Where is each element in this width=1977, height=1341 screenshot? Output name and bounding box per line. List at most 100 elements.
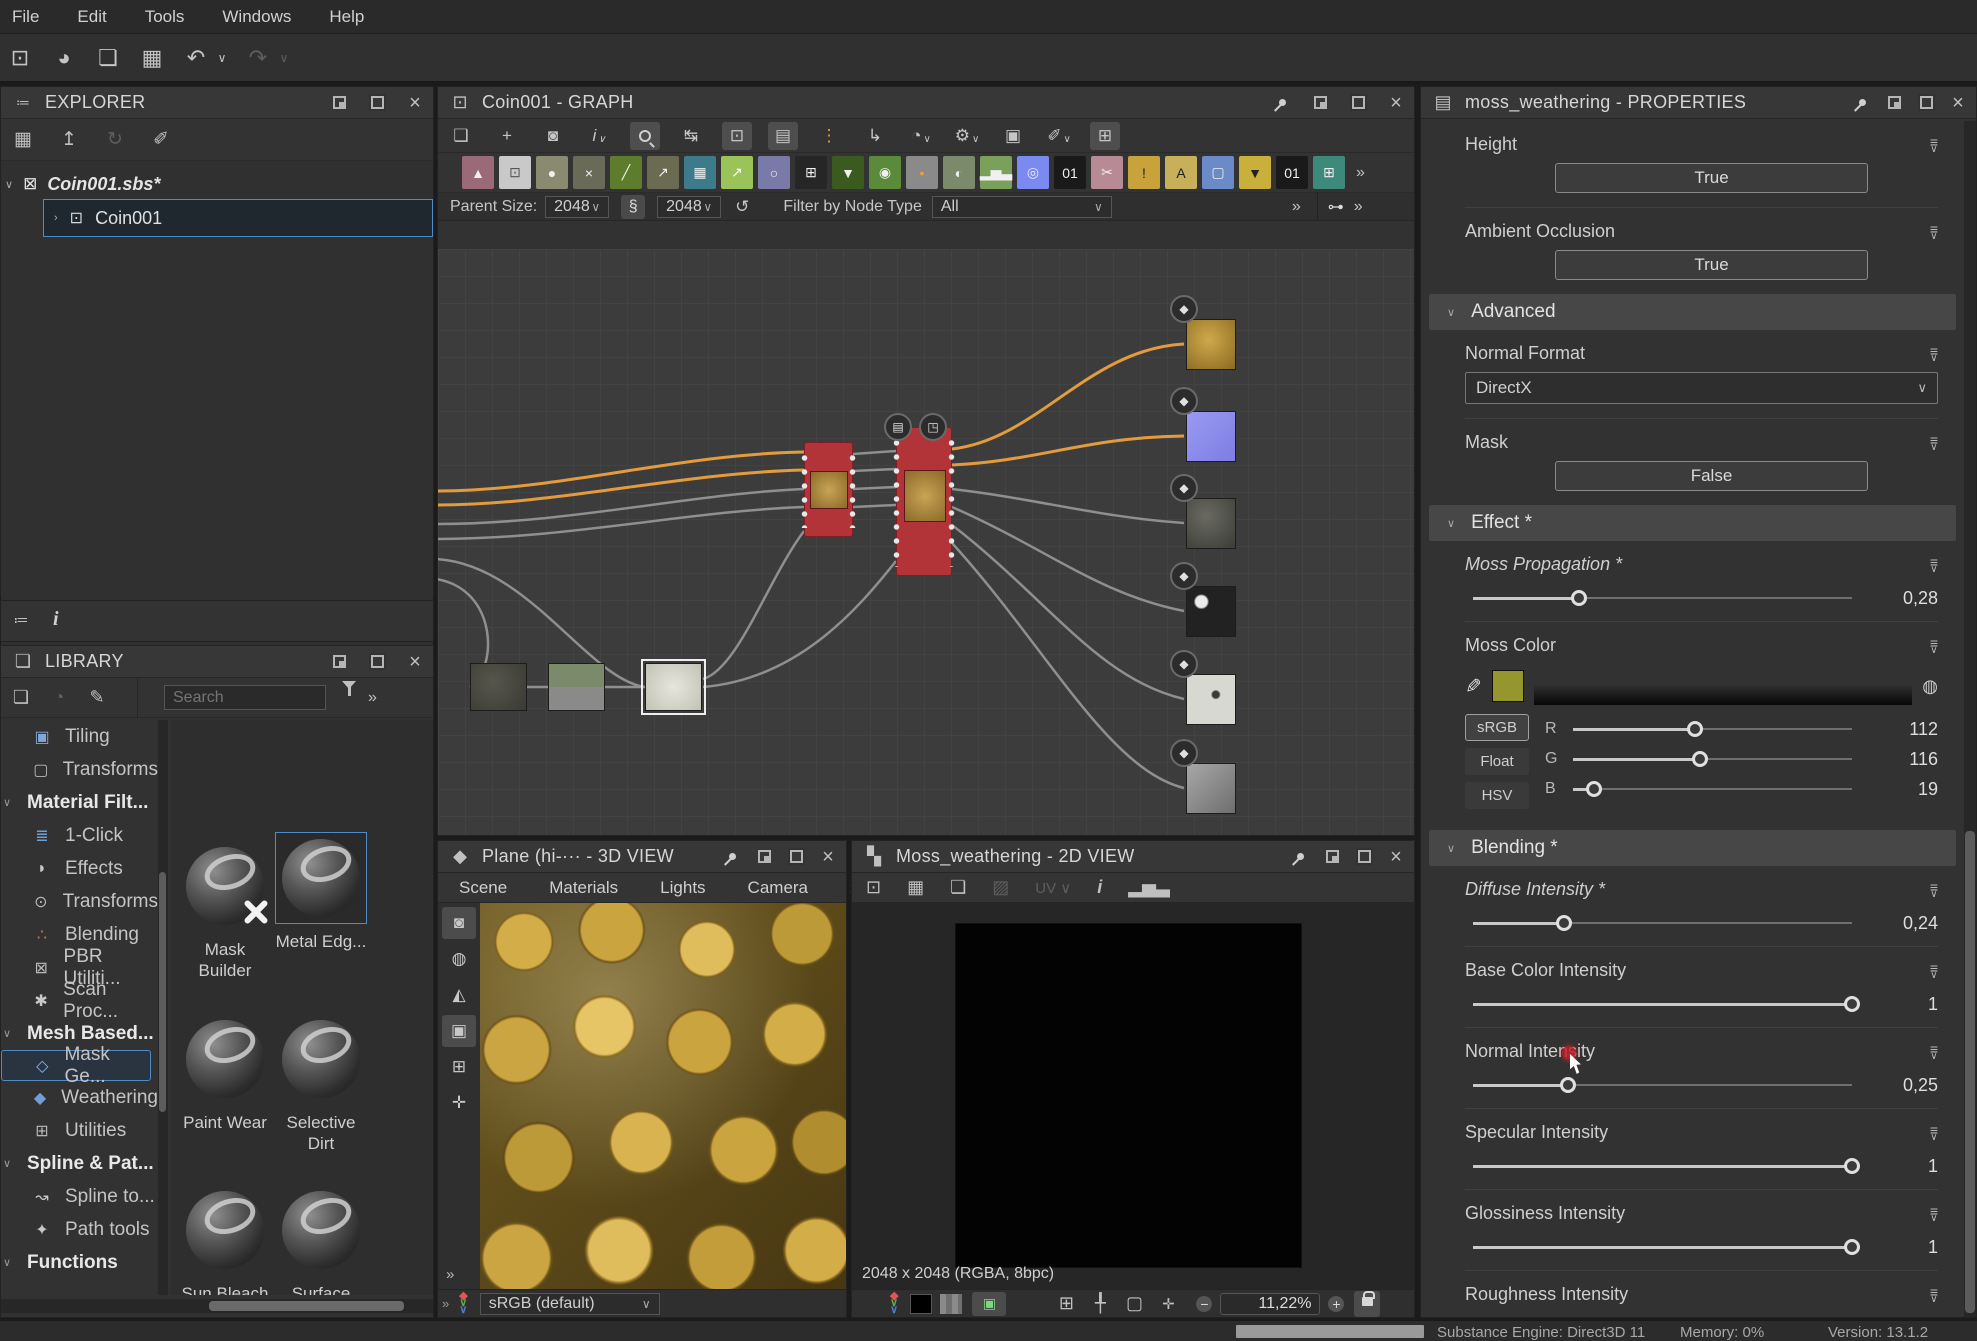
color-swatch[interactable] xyxy=(1492,670,1524,702)
fit-view-icon[interactable]: ❑ xyxy=(446,122,476,150)
preset-menu-icon[interactable]: ≡∨ xyxy=(1930,137,1938,155)
pin-icon[interactable] xyxy=(1274,95,1290,111)
shuffle-node-icon[interactable]: × xyxy=(573,156,605,189)
add-folder-icon[interactable]: ❏ xyxy=(9,687,33,708)
link-size-icon[interactable]: § xyxy=(621,195,645,219)
copy-icon[interactable]: ❏ xyxy=(942,877,974,898)
menu-materials[interactable]: Materials xyxy=(528,878,639,898)
channel-slider-track[interactable] xyxy=(1573,750,1852,768)
sidebar-item-scan-proc-[interactable]: ✱Scan Proc... xyxy=(1,984,158,1017)
blur-node-icon[interactable]: ● xyxy=(536,156,568,189)
save-icon[interactable]: ▦ xyxy=(138,45,166,71)
slider-handle[interactable] xyxy=(1844,996,1860,1012)
display-monitor-icon[interactable]: ▣ xyxy=(972,1292,1006,1316)
sidebar-item-weathering[interactable]: ◆Weathering xyxy=(1,1081,158,1114)
channel-slider-track[interactable] xyxy=(1573,720,1852,738)
output-cube-icon[interactable]: ◆ xyxy=(1170,562,1198,590)
preset-menu-icon[interactable]: ≡∨ xyxy=(1930,638,1938,656)
preset-menu-icon[interactable]: ≡∨ xyxy=(1930,963,1938,981)
slider-track[interactable] xyxy=(1473,995,1852,1013)
timer-icon[interactable]: ◔∨ xyxy=(906,122,936,150)
library-item-selective-dirt[interactable]: Selective Dirt xyxy=(275,1013,367,1154)
filter-node-select[interactable]: All∨ xyxy=(932,196,1112,218)
chevron-right-icon[interactable]: › xyxy=(54,212,58,224)
library-item-surface-brush[interactable]: Surface Brush xyxy=(275,1184,367,1295)
clean-icon[interactable]: ✐ xyxy=(149,128,173,151)
preset-menu-icon[interactable]: ≡∨ xyxy=(1930,435,1938,453)
slider-value[interactable]: 1 xyxy=(1866,994,1938,1015)
colormode-hsv-button[interactable]: HSV xyxy=(1465,782,1529,809)
pin-options-icon[interactable]: ⋮ xyxy=(814,122,844,150)
library-item-mask-builder[interactable]: Mask Builder xyxy=(179,840,271,981)
sidebar-overflow-icon[interactable]: » xyxy=(446,1266,454,1283)
section-title[interactable]: Effect * xyxy=(1471,512,1532,534)
sidebar-item-spline-to-[interactable]: ↝Spline to... xyxy=(1,1180,158,1213)
pin-icon[interactable] xyxy=(724,849,740,865)
graph-output-node[interactable] xyxy=(1186,411,1236,462)
slider-handle[interactable] xyxy=(1687,721,1703,737)
float-icon[interactable] xyxy=(331,95,347,111)
maximize-icon[interactable] xyxy=(1356,849,1372,865)
sidebar-item-spline-pat-[interactable]: Spline & Pat... xyxy=(1,1147,158,1180)
export-icon[interactable]: ↥ xyxy=(57,128,81,151)
channel-value[interactable]: 116 xyxy=(1866,749,1938,770)
uv-dropdown[interactable]: UV ∨ xyxy=(1027,879,1079,897)
channel-value[interactable]: 19 xyxy=(1866,779,1938,800)
gradient-node-icon[interactable]: ◐ xyxy=(943,156,975,189)
open-file-icon[interactable]: ❏ xyxy=(94,45,122,71)
maximize-icon[interactable] xyxy=(1350,95,1366,111)
preset-menu-icon[interactable]: ≡∨ xyxy=(1930,882,1938,900)
new-package-icon[interactable]: ◕ xyxy=(50,45,78,71)
maximize-icon[interactable] xyxy=(788,849,804,865)
menu-help[interactable]: Help xyxy=(329,7,364,27)
graph-output-node[interactable] xyxy=(1186,319,1236,370)
section-chevron-icon[interactable]: ∨ xyxy=(1447,842,1455,855)
colormode-float-button[interactable]: Float xyxy=(1465,748,1529,775)
undo-icon[interactable]: ↶ xyxy=(182,45,210,71)
info-icon[interactable]: i xyxy=(53,608,59,631)
filter-icon[interactable] xyxy=(342,689,356,707)
pin-icon[interactable] xyxy=(1292,849,1308,865)
explorer-package-row[interactable]: ∨ ⊠ Coin001.sbs* xyxy=(5,169,429,199)
bitmap-node-icon[interactable]: ▲ xyxy=(462,156,494,189)
row-overflow2-icon[interactable]: » xyxy=(1354,198,1363,216)
clean-icon[interactable]: ✐∨ xyxy=(1044,122,1074,150)
toggle-button[interactable]: True xyxy=(1555,250,1868,280)
grayscale-node-icon[interactable]: 01 xyxy=(1054,156,1086,189)
ruler-icon[interactable]: ╀ xyxy=(1088,1293,1112,1314)
graph-node-thumb[interactable] xyxy=(470,663,527,711)
graph-view-icon[interactable]: ⊡ xyxy=(722,122,752,150)
search-input[interactable] xyxy=(164,685,326,710)
sidebar-item-mask-ge-[interactable]: ◇Mask Ge... xyxy=(1,1050,151,1081)
slider-handle[interactable] xyxy=(1844,1158,1860,1174)
preset-menu-icon[interactable]: ≡∨ xyxy=(1930,557,1938,575)
slider-value[interactable]: 1 xyxy=(1866,1156,1938,1177)
float-icon[interactable] xyxy=(1312,95,1328,111)
channel-value[interactable]: 112 xyxy=(1866,719,1938,740)
slider-track[interactable] xyxy=(1473,1076,1852,1094)
fit-icon[interactable]: ✛ xyxy=(1156,1295,1180,1313)
colorspace-select[interactable]: sRGB (default)∨ xyxy=(480,1293,660,1315)
section-chevron-icon[interactable]: ∨ xyxy=(1447,517,1455,530)
tools-icon[interactable]: ⚙∨ xyxy=(952,122,982,150)
background-black-swatch[interactable] xyxy=(910,1294,932,1314)
curve-node-icon[interactable]: ╱ xyxy=(610,156,642,189)
close-icon[interactable]: × xyxy=(820,849,836,865)
zoom-input[interactable]: 11,22% xyxy=(1220,1293,1320,1315)
menu-tools[interactable]: Tools xyxy=(145,7,185,27)
slider-handle[interactable] xyxy=(1571,590,1587,606)
add-package-icon[interactable]: ◔ xyxy=(47,687,71,708)
directional-node-icon[interactable]: ↗ xyxy=(721,156,753,189)
color-library-icon[interactable]: ◍ xyxy=(1922,676,1938,697)
preset-menu-icon[interactable]: ≡∨ xyxy=(1930,1287,1938,1305)
menu-file[interactable]: File xyxy=(12,7,39,27)
link-node-icon[interactable]: • xyxy=(906,156,938,189)
screenshot-icon[interactable]: ◙ xyxy=(538,122,568,150)
substance-graph-icon[interactable]: ⊡ xyxy=(6,45,34,71)
color-spectrum-bar[interactable] xyxy=(1534,667,1913,705)
save-icon[interactable]: ▦ xyxy=(11,128,35,151)
graph-node-blend[interactable] xyxy=(804,442,853,537)
section-header[interactable]: ∨ Effect * xyxy=(1429,505,1956,541)
slider-handle[interactable] xyxy=(1692,751,1708,767)
switch-node-icon[interactable]: 01 xyxy=(1276,156,1308,189)
